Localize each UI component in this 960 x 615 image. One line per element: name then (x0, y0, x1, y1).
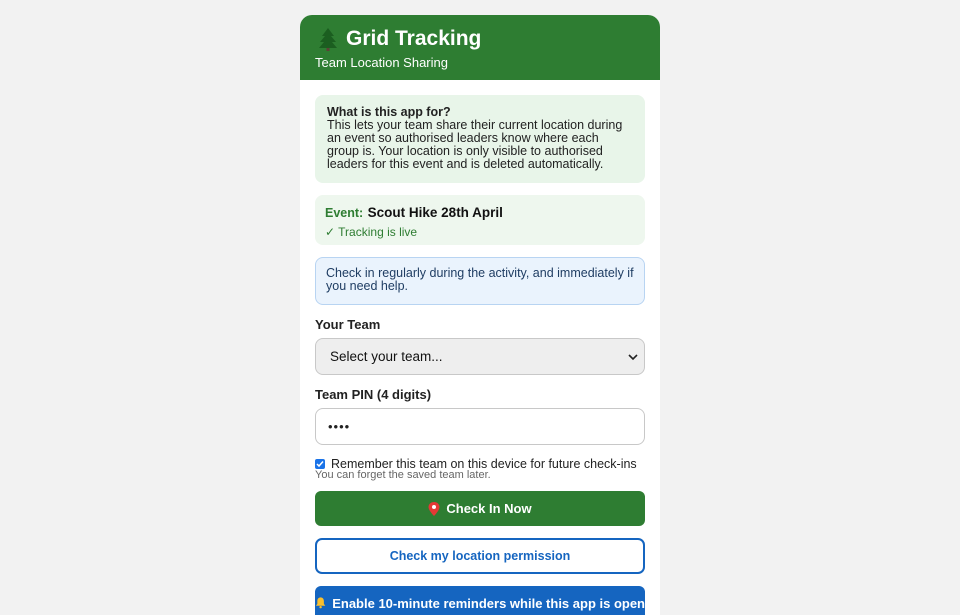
check-permission-button[interactable]: Check my location permission (315, 538, 645, 574)
pin-input[interactable]: •••• (315, 408, 645, 445)
remember-checkbox[interactable] (315, 459, 325, 469)
tree-icon (319, 28, 337, 51)
title-row: Grid Tracking (315, 15, 645, 52)
main-content: What is this app for? This lets your tea… (300, 80, 660, 615)
app-header: Grid Tracking Team Location Sharing (300, 15, 660, 80)
team-select-value: Select your team... (330, 349, 443, 364)
check-in-button[interactable]: Check In Now (315, 491, 645, 526)
enable-reminders-label: Enable 10-minute reminders while this ap… (332, 596, 645, 611)
team-select[interactable]: Select your team... (315, 338, 645, 375)
location-pin-icon (428, 501, 440, 516)
app-subtitle: Team Location Sharing (315, 55, 448, 70)
enable-reminders-button[interactable]: Enable 10-minute reminders while this ap… (315, 586, 645, 615)
app-title: Grid Tracking (346, 27, 482, 50)
bell-icon (315, 597, 326, 609)
team-label: Your Team (315, 317, 381, 332)
event-name: Scout Hike 28th April (367, 205, 503, 220)
info-body: This lets your team share their current … (327, 118, 623, 171)
chevron-down-icon (628, 353, 638, 360)
checkin-notice: Check in regularly during the activity, … (315, 257, 645, 305)
event-box: Event: Scout Hike 28th April ✓ Tracking … (315, 195, 645, 245)
event-label: Event: (325, 206, 364, 220)
check-icon (316, 461, 324, 468)
tracking-status: ✓ Tracking is live (325, 225, 418, 239)
check-in-label: Check In Now (446, 501, 532, 516)
info-box: What is this app for? This lets your tea… (315, 95, 645, 183)
pin-label: Team PIN (4 digits) (315, 387, 432, 402)
app-card: Grid Tracking Team Location Sharing What… (300, 15, 660, 615)
